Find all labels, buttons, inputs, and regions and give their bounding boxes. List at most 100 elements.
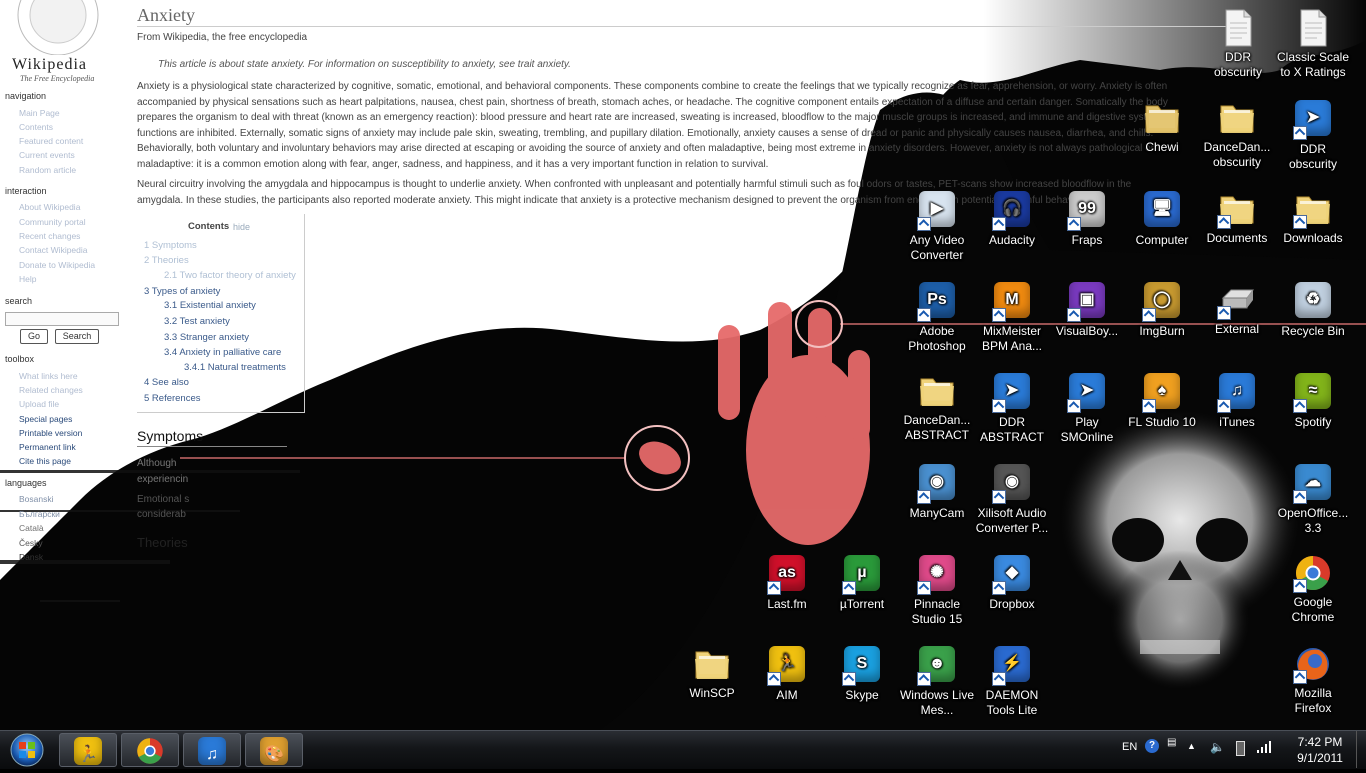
shortcut-arrow-icon: [1293, 126, 1307, 140]
shortcut-arrow-icon: [1293, 399, 1307, 413]
desktop-icon-label: µTorrent: [839, 597, 885, 611]
taskbar-chrome-button[interactable]: [121, 733, 179, 767]
xilisoft-icon: ◉: [992, 464, 1032, 504]
toolbox-item: Special pages: [19, 414, 73, 424]
desktop-icon-label: Recycle Bin: [1281, 324, 1345, 338]
desktop-icon[interactable]: External: [1199, 280, 1275, 337]
desktop-icon[interactable]: ▶ Any Video Converter: [899, 189, 975, 263]
mixmeister-icon: M: [992, 282, 1032, 322]
desktop-icon[interactable]: ✺ Pinnacle Studio 15: [899, 553, 975, 627]
desktop-icon[interactable]: ☁ OpenOffice... 3.3: [1275, 462, 1351, 536]
help-icon[interactable]: ?: [1145, 739, 1159, 753]
clock-date[interactable]: 9/1/2011: [1288, 751, 1352, 765]
desktop-icon[interactable]: Google Chrome: [1275, 553, 1351, 625]
desktop-icon[interactable]: ▣ VisualBoy...: [1049, 280, 1125, 339]
toc-item: 1 Symptoms: [144, 240, 197, 251]
toc-item: 2.1 Two factor theory of anxiety: [164, 270, 296, 281]
desktop-icon[interactable]: 🎧 Audacity: [974, 189, 1050, 248]
document-icon: [1293, 8, 1333, 48]
toc-hide-link: hide: [233, 222, 251, 232]
desktop-icon[interactable]: ◉ Xilisoft Audio Converter P...: [974, 462, 1050, 536]
desktop-icon[interactable]: ☻ Windows Live Mes...: [899, 644, 975, 718]
desktop-icon[interactable]: as Last.fm: [749, 553, 825, 612]
desktop-icon[interactable]: µ µTorrent: [824, 553, 900, 612]
nav-item: Featured content: [19, 136, 84, 146]
desktop-icon[interactable]: Mozilla Firefox: [1275, 644, 1351, 716]
taskbar: 🏃 ♫ 🎨 EN ? ▤ ▲ 🔈 7:42 PM 9/1/2011: [0, 730, 1366, 769]
shortcut-arrow-icon: [842, 581, 856, 595]
toolbox-item: Printable version: [19, 428, 83, 438]
itunes-icon: ♫: [197, 736, 227, 766]
desktop-icon[interactable]: DanceDan... ABSTRACT: [899, 371, 975, 443]
desktop-icon[interactable]: ⚡ DAEMON Tools Lite: [974, 644, 1050, 718]
imgburn-icon: ◯: [1142, 282, 1182, 322]
show-desktop-button[interactable]: [1356, 731, 1366, 768]
shortcut-arrow-icon: [992, 399, 1006, 413]
interaction-item: Contact Wikipedia: [19, 245, 88, 255]
desktop-icon[interactable]: ➤ Play SMOnline: [1049, 371, 1125, 445]
recycle-bin-icon: ♻: [1293, 282, 1333, 322]
language-indicator[interactable]: EN: [1122, 741, 1137, 753]
desktop-icon[interactable]: ♻ Recycle Bin: [1275, 280, 1351, 339]
desktop-icon[interactable]: Classic Scale to X Ratings: [1275, 8, 1351, 80]
shortcut-arrow-icon: [767, 672, 781, 686]
shortcut-arrow-icon: [1293, 670, 1307, 684]
toolbox-item: Related changes: [19, 385, 83, 395]
desktop-icon[interactable]: Documents: [1199, 189, 1275, 246]
desktop-icon[interactable]: Downloads: [1275, 189, 1351, 246]
nav-item: Random article: [19, 165, 77, 175]
toc-item: 4 See also: [144, 377, 189, 388]
taskbar-aim-button[interactable]: 🏃: [59, 733, 117, 767]
language-item: Български: [19, 509, 60, 519]
taskbar-itunes-button[interactable]: ♫: [183, 733, 241, 767]
desktop-icon-label: WinSCP: [689, 686, 735, 700]
desktop-icon[interactable]: 🖥 Computer: [1124, 189, 1200, 248]
desktop-icon-label: Last.fm: [767, 597, 807, 611]
wikipedia-logo-subtitle: The Free Encyclopedia: [20, 74, 95, 83]
language-item: Dansk: [19, 552, 44, 562]
desktop-icon[interactable]: Ps Adobe Photoshop: [899, 280, 975, 354]
network-icon[interactable]: [1256, 740, 1272, 757]
desktop-icon[interactable]: ≈ Spotify: [1275, 371, 1351, 430]
shortcut-arrow-icon: [1067, 399, 1081, 413]
clock-time[interactable]: 7:42 PM: [1288, 735, 1352, 749]
desktop-icon[interactable]: ◆ Dropbox: [974, 553, 1050, 612]
skype-icon: S: [842, 646, 882, 686]
wiki-search-box: [5, 312, 119, 326]
desktop-icon[interactable]: ➤ DDR obscurity: [1275, 98, 1351, 172]
desktop-icon[interactable]: M MixMeister BPM Ana...: [974, 280, 1050, 354]
nav-heading: navigation: [5, 91, 47, 101]
desktop-icon[interactable]: ◉ ManyCam: [899, 462, 975, 521]
toc-item: 3.3 Stranger anxiety: [164, 332, 250, 343]
desktop-icon[interactable]: ◯ ImgBurn: [1124, 280, 1200, 339]
hatnote: This article is about state anxiety. For…: [158, 59, 571, 70]
shortcut-arrow-icon: [992, 581, 1006, 595]
desktop-icon[interactable]: DDR obscurity: [1200, 8, 1276, 80]
toc-item: 3.4 Anxiety in palliative care: [164, 347, 282, 358]
start-button[interactable]: [4, 732, 50, 768]
desktop-icon[interactable]: ♠ FL Studio 10: [1124, 371, 1200, 430]
desktop-icon[interactable]: 🏃 AIM: [749, 644, 825, 703]
show-hidden-icons-icon[interactable]: ▲: [1187, 741, 1196, 751]
firefox-icon: [1293, 644, 1333, 684]
toolbox-item: What links here: [19, 371, 78, 381]
desktop-icon[interactable]: ➤ DDR ABSTRACT: [974, 371, 1050, 445]
dropbox-icon: ◆: [992, 555, 1032, 595]
volume-icon[interactable]: 🔈: [1210, 740, 1225, 754]
manycam-icon: ◉: [917, 464, 957, 504]
desktop-icon[interactable]: DanceDan... obscurity: [1199, 98, 1275, 170]
desktop-icon-label: Any Video Converter: [909, 233, 965, 262]
toc-item: 2 Theories: [144, 255, 189, 266]
battery-icon[interactable]: [1236, 741, 1245, 756]
desktop-icon[interactable]: S Skype: [824, 644, 900, 703]
taskbar-paint-button[interactable]: 🎨: [245, 733, 303, 767]
user-folder-icon: [1142, 98, 1182, 138]
toolbox-item: Permanent link: [19, 442, 76, 452]
desktop-icon[interactable]: ♫ iTunes: [1199, 371, 1275, 430]
keyboard-options-icon[interactable]: ▤: [1167, 737, 1176, 748]
paragraph-1: Anxiety is a physiological state charact…: [137, 81, 1168, 170]
desktop-icon[interactable]: Chewi: [1124, 98, 1200, 155]
toc-title: Contents: [188, 221, 230, 232]
desktop-icon[interactable]: WinSCP: [674, 644, 750, 701]
desktop-icon[interactable]: 99 Fraps: [1049, 189, 1125, 248]
